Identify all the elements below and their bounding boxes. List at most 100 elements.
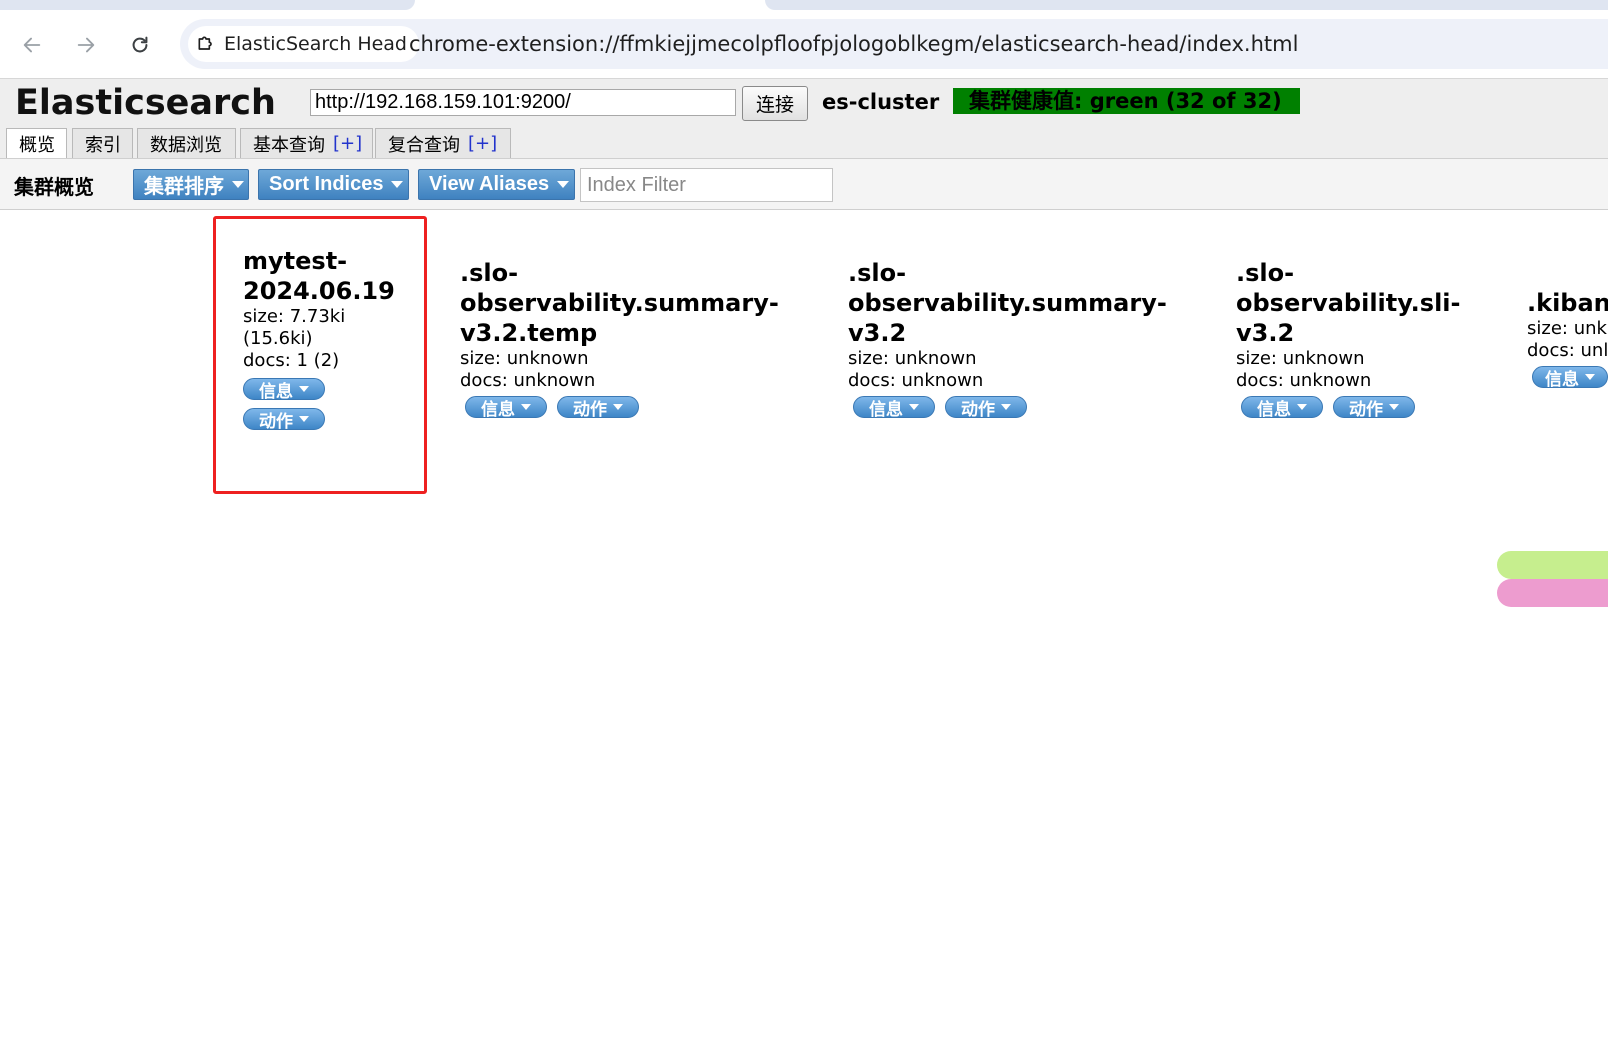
tab-browser[interactable]: 数据浏览 xyxy=(137,128,236,158)
caret-down-icon xyxy=(557,181,570,188)
extension-icon xyxy=(198,36,212,50)
url-text: chrome-extension://ffmkiejjmecolpfloofpj… xyxy=(409,32,1299,56)
index-name-line: observability.summary- xyxy=(848,289,1167,317)
info-button[interactable]: 信息 xyxy=(1532,366,1608,388)
index-actions: 信息 xyxy=(243,378,423,400)
index-card-slo-summary: .slo- observability.summary- v3.2 size: … xyxy=(848,258,1188,418)
site-chip-label: ElasticSearch Head xyxy=(224,33,407,55)
index-size: size: unknown xyxy=(1236,348,1365,369)
back-button[interactable] xyxy=(17,30,47,60)
info-label: 信息 xyxy=(869,399,903,418)
caret-down-icon xyxy=(299,416,309,422)
node-marker-green xyxy=(1497,551,1608,579)
caret-down-icon xyxy=(299,386,309,392)
index-size: size: unknown xyxy=(460,348,589,369)
address-bar[interactable]: ElasticSearch Head chrome-extension://ff… xyxy=(180,19,1608,69)
info-button[interactable]: 信息 xyxy=(465,396,547,418)
caret-down-icon xyxy=(1389,404,1399,410)
view-aliases-button[interactable]: View Aliases xyxy=(418,169,575,200)
browser-toolbar: ElasticSearch Head chrome-extension://ff… xyxy=(0,10,1608,78)
index-docs: docs: unknown xyxy=(1236,370,1372,391)
tab-overview[interactable]: 概览 xyxy=(6,128,67,159)
site-info-chip[interactable]: ElasticSearch Head xyxy=(188,26,419,62)
tab-compound-query-label: 复合查询 xyxy=(388,134,460,156)
node-marker-pink xyxy=(1497,579,1608,607)
index-size-line: (15.6ki) xyxy=(243,328,313,349)
arrow-right-icon xyxy=(77,37,95,53)
arrow-left-icon xyxy=(23,37,41,53)
info-button[interactable]: 信息 xyxy=(853,396,935,418)
tab-indices[interactable]: 索引 xyxy=(72,128,133,158)
index-card-mytest: mytest- 2024.06.19 size: 7.73ki (15.6ki)… xyxy=(243,246,423,430)
view-aliases-label: View Aliases xyxy=(429,173,550,195)
info-label: 信息 xyxy=(481,399,515,418)
index-actions: 信息 动作 xyxy=(465,396,800,418)
browser-tab-strip xyxy=(0,0,1608,10)
index-size: size: 7.73ki (15.6ki) xyxy=(243,306,423,350)
index-name-line: .slo- xyxy=(848,259,907,287)
caret-down-icon xyxy=(909,404,919,410)
index-name[interactable]: mytest- 2024.06.19 xyxy=(243,246,423,306)
reload-button[interactable] xyxy=(125,30,155,60)
tab-browser-label: 数据浏览 xyxy=(150,134,222,156)
index-name-line: observability.summary- xyxy=(460,289,779,317)
index-docs: docs: unknown xyxy=(460,370,596,391)
tab-basic-query-plus[interactable]: [+] xyxy=(333,133,362,154)
tab-compound-query[interactable]: 复合查询 [+] xyxy=(375,128,511,158)
index-name-line: v3.2 xyxy=(1236,319,1295,347)
caret-down-icon xyxy=(1001,404,1011,410)
tab-compound-query-plus[interactable]: [+] xyxy=(468,133,497,154)
overview-title: 集群概览 xyxy=(14,175,94,199)
caret-down-icon xyxy=(521,404,531,410)
caret-down-icon xyxy=(232,181,244,188)
sort-cluster-label: 集群排序 xyxy=(144,176,224,198)
index-size: size: unknown xyxy=(848,348,977,369)
cluster-health-badge: 集群健康值: green (32 of 32) xyxy=(953,88,1300,114)
sort-indices-button[interactable]: Sort Indices xyxy=(258,169,409,200)
info-label: 信息 xyxy=(259,381,293,400)
index-name-line: .slo- xyxy=(460,259,519,287)
action-button[interactable]: 动作 xyxy=(243,408,325,430)
index-size-line: size: 7.73ki xyxy=(243,306,346,327)
browser-tab-right[interactable] xyxy=(765,0,1608,10)
index-name[interactable]: .slo- observability.summary- v3.2 xyxy=(848,258,1188,348)
index-name-line: 2024.06.19 xyxy=(243,277,395,305)
tab-basic-query[interactable]: 基本查询 [+] xyxy=(240,128,373,158)
index-docs: docs: unl xyxy=(1527,340,1608,361)
app-header: Elasticsearch 连接 es-cluster 集群健康值: green… xyxy=(0,78,1608,159)
sort-cluster-button[interactable]: 集群排序 xyxy=(133,169,249,200)
forward-button[interactable] xyxy=(71,30,101,60)
index-filter-input[interactable] xyxy=(580,168,833,202)
info-button[interactable]: 信息 xyxy=(1241,396,1323,418)
caret-down-icon xyxy=(613,404,623,410)
cluster-url-input[interactable] xyxy=(310,89,736,116)
sort-indices-label: Sort Indices xyxy=(269,173,384,195)
index-actions: 信息 动作 xyxy=(1241,396,1496,418)
action-button[interactable]: 动作 xyxy=(945,396,1027,418)
index-card-kibana: .kiban size: unk docs: unl 信息 xyxy=(1527,288,1608,388)
index-name-line: v3.2.temp xyxy=(460,319,598,347)
tab-indices-label: 索引 xyxy=(85,134,121,156)
caret-down-icon xyxy=(1297,404,1307,410)
index-name[interactable]: .slo- observability.sli- v3.2 xyxy=(1236,258,1496,348)
index-actions: 动作 xyxy=(243,408,423,430)
info-button[interactable]: 信息 xyxy=(243,378,325,400)
index-name[interactable]: .kiban xyxy=(1527,288,1608,318)
action-button[interactable]: 动作 xyxy=(1333,396,1415,418)
action-button[interactable]: 动作 xyxy=(557,396,639,418)
connect-button[interactable]: 连接 xyxy=(742,86,808,121)
action-label: 动作 xyxy=(573,399,607,418)
index-actions: 信息 动作 xyxy=(853,396,1188,418)
index-actions: 信息 xyxy=(1532,366,1608,388)
index-name[interactable]: .slo- observability.summary- v3.2.temp xyxy=(460,258,800,348)
app-title: Elasticsearch xyxy=(15,83,276,123)
caret-down-icon xyxy=(391,181,404,188)
caret-down-icon xyxy=(1585,374,1595,380)
index-docs: docs: 1 (2) xyxy=(243,350,340,371)
index-name-line: .slo- xyxy=(1236,259,1295,287)
cluster-name: es-cluster xyxy=(822,90,940,114)
tab-basic-query-label: 基本查询 xyxy=(253,134,325,156)
browser-tab-left[interactable] xyxy=(0,0,415,10)
tab-overview-label: 概览 xyxy=(19,135,55,156)
info-label: 信息 xyxy=(1545,369,1579,388)
